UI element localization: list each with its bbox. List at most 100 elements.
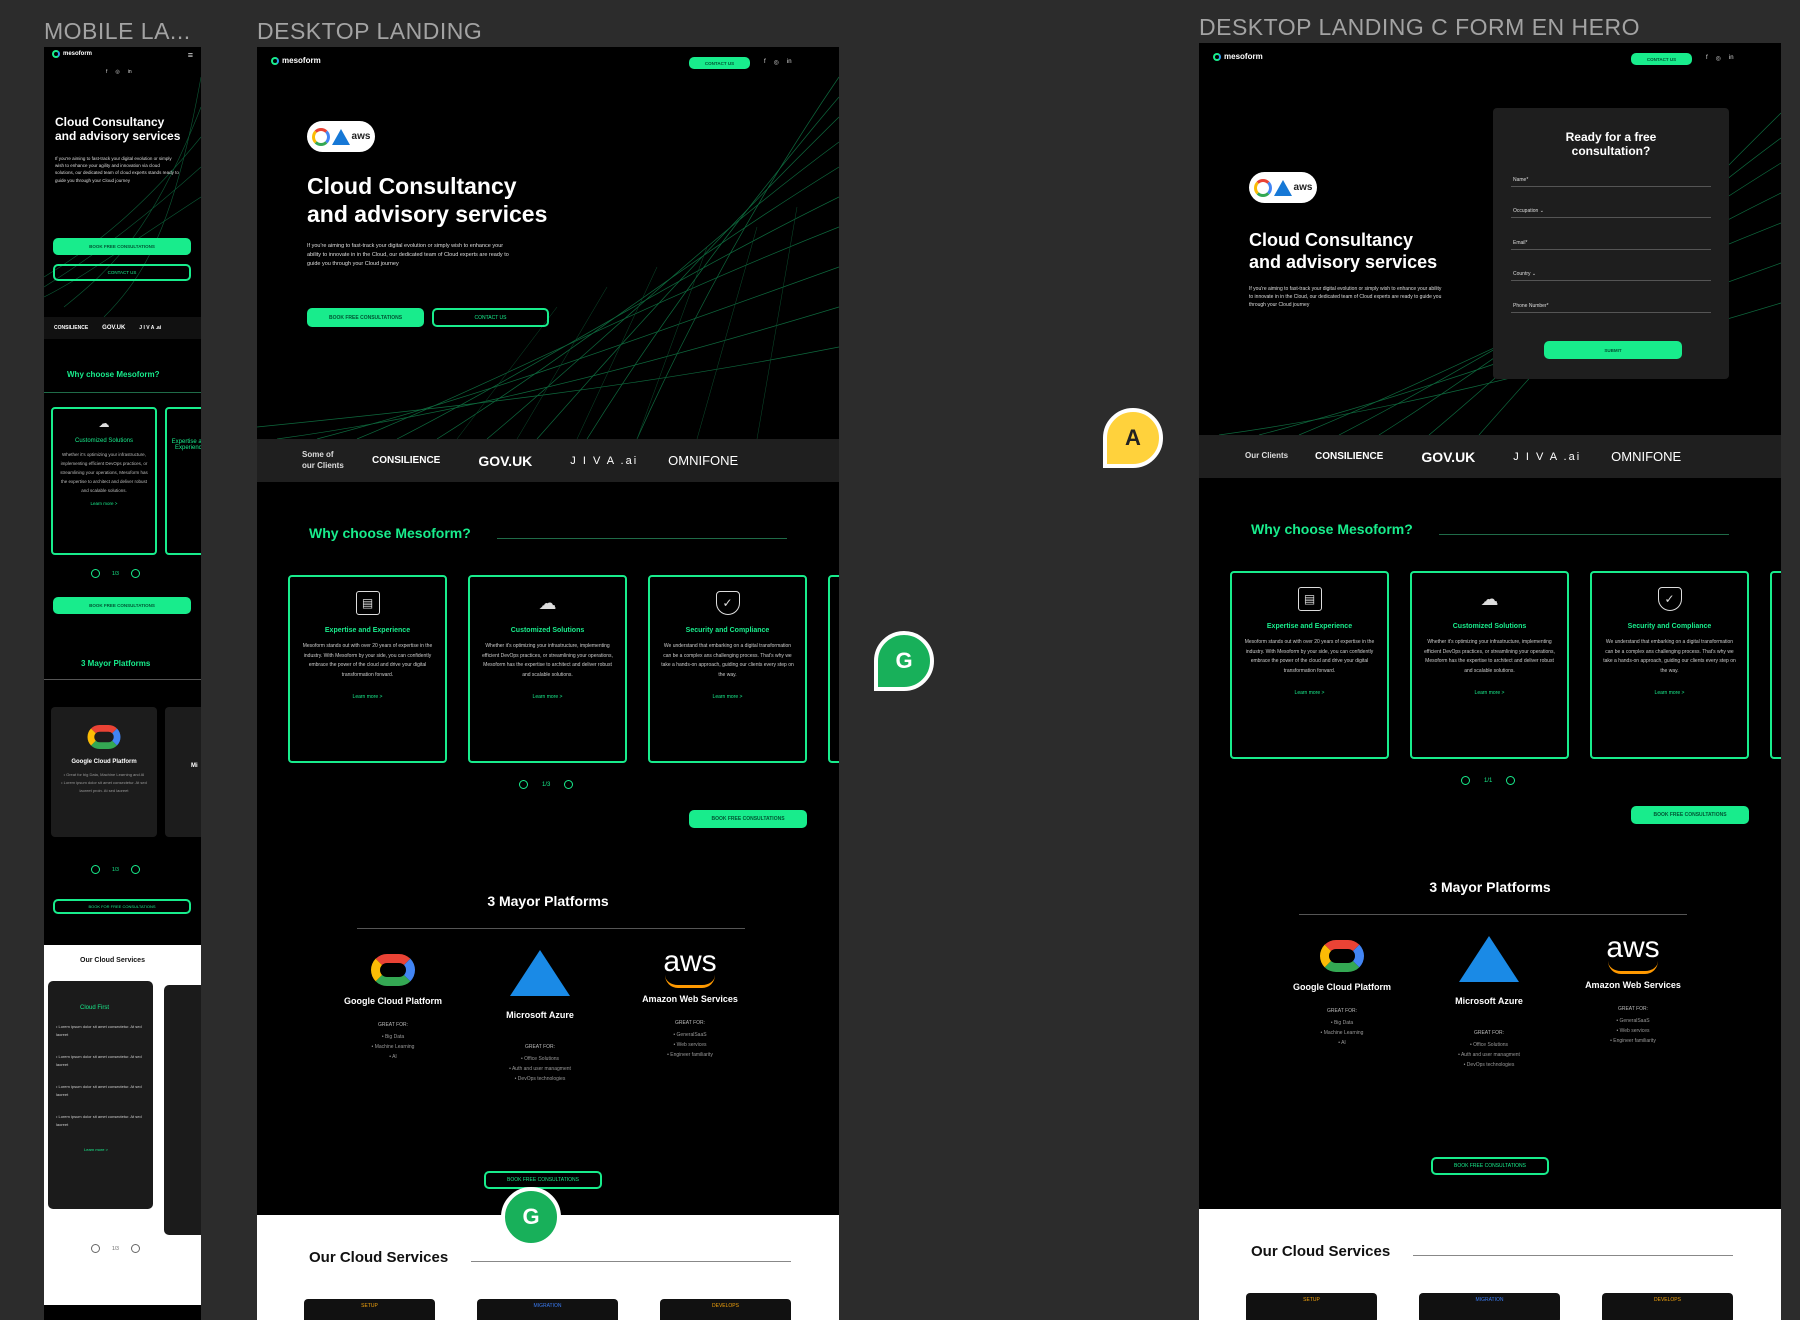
- prev-arrow-icon[interactable]: [1461, 776, 1470, 785]
- collaborator-avatar-g[interactable]: G: [874, 631, 934, 691]
- hamburger-menu-icon[interactable]: ≡: [188, 50, 193, 60]
- learn-more-link[interactable]: Learn more >: [290, 694, 445, 700]
- feature-card-custom[interactable]: ☁ Customized Solutions Whether it's opti…: [468, 575, 627, 763]
- linkedin-icon[interactable]: in: [1729, 55, 1734, 62]
- feature-card-peek[interactable]: Expertise and Experience: [165, 407, 201, 555]
- services-section-title: Our Cloud Services: [1251, 1243, 1391, 1260]
- instagram-icon[interactable]: ◎: [774, 59, 779, 66]
- feature-card-security[interactable]: ✓ Security and Compliance We understand …: [648, 575, 807, 763]
- service-card-migration[interactable]: MIGRATION: [1419, 1293, 1560, 1320]
- brand-logo[interactable]: mesoform: [52, 50, 92, 58]
- prev-arrow-icon[interactable]: [91, 1244, 100, 1253]
- social-links: f ◎ in: [1706, 55, 1734, 62]
- book-consultation-button[interactable]: BOOK FREE CONSULTATIONS: [307, 308, 424, 327]
- collaborator-avatar-g-cursor[interactable]: G: [501, 1187, 561, 1247]
- brand-logo[interactable]: mesoform: [1213, 52, 1263, 61]
- platform-card[interactable]: Google Cloud Platform • Great for big Da…: [51, 707, 157, 837]
- learn-more-link[interactable]: Learn more >: [53, 501, 155, 506]
- book-consultation-button[interactable]: BOOK FREE CONSULTATIONS: [53, 238, 191, 255]
- brand-logo[interactable]: mesoform: [271, 56, 321, 65]
- services-section-title: Our Cloud Services: [309, 1249, 449, 1266]
- feature-card-desc: Whether it's optimizing your infrastruct…: [60, 452, 148, 493]
- book-consultation-button[interactable]: BOOK FREE CONSULTATIONS: [1431, 1157, 1549, 1175]
- prev-arrow-icon[interactable]: [91, 865, 100, 874]
- next-arrow-icon[interactable]: [130, 1244, 140, 1253]
- feature-card-title: Expertise and Experience: [171, 439, 201, 451]
- feature-card-custom[interactable]: ☁ Customized Solutions Whether it's opti…: [1410, 571, 1569, 759]
- contact-us-button[interactable]: CONTACT US: [432, 308, 549, 327]
- next-arrow-icon[interactable]: [564, 780, 574, 789]
- service-tag: SETUP: [1303, 1297, 1320, 1303]
- service-card-migration[interactable]: MIGRATION: [477, 1299, 618, 1320]
- learn-more-link[interactable]: Learn more >: [470, 694, 625, 700]
- carousel-pager: 1/3: [519, 780, 574, 789]
- next-arrow-icon[interactable]: [1506, 776, 1516, 785]
- occupation-select[interactable]: Occupation ⌄: [1513, 208, 1544, 214]
- feature-card-title: Security and Compliance: [1627, 623, 1712, 630]
- phone-field[interactable]: Phone Number*: [1513, 303, 1549, 309]
- service-card-develops[interactable]: DEVELOPS: [660, 1299, 791, 1320]
- learn-more-link[interactable]: Learn more >: [650, 694, 805, 700]
- country-select[interactable]: Country ⌄: [1513, 271, 1536, 277]
- service-card-peek[interactable]: [164, 985, 201, 1235]
- facebook-icon[interactable]: f: [1706, 55, 1708, 62]
- next-arrow-icon[interactable]: [130, 865, 140, 874]
- azure-icon: [1273, 179, 1292, 196]
- feature-card-peek[interactable]: [1770, 571, 1781, 759]
- feature-card-security[interactable]: ✓ Security and Compliance We understand …: [1590, 571, 1749, 759]
- next-arrow-icon[interactable]: [130, 569, 140, 578]
- nav-contact-button[interactable]: CONTACT US: [1631, 53, 1692, 65]
- prev-arrow-icon[interactable]: [519, 780, 528, 789]
- learn-more-link[interactable]: Learn more >: [84, 1147, 153, 1152]
- feature-card-title: Security and Compliance: [685, 627, 770, 634]
- learn-more-link[interactable]: Learn more >: [1232, 690, 1387, 696]
- prev-arrow-icon[interactable]: [91, 569, 100, 578]
- book-consultation-button[interactable]: BOOK FREE CONSULTATIONS: [484, 1171, 602, 1189]
- platform-name: Google Cloud Platform: [1293, 982, 1391, 992]
- clients-label: Some of our Clients: [302, 450, 344, 470]
- email-field-line: [1511, 249, 1711, 250]
- service-card-setup[interactable]: SETUP: [304, 1299, 435, 1320]
- feature-card-expertise[interactable]: ▤ Expertise and Experience Mesoform stan…: [288, 575, 447, 763]
- learn-more-link[interactable]: Learn more >: [1592, 690, 1747, 696]
- google-cloud-icon: [83, 722, 125, 752]
- email-field[interactable]: Email*: [1513, 240, 1527, 246]
- linkedin-icon[interactable]: in: [787, 59, 792, 66]
- linkedin-icon[interactable]: in: [128, 69, 132, 75]
- book-consultation-button[interactable]: BOOK FREE CONSULTATIONS: [1631, 806, 1749, 824]
- section-divider: [44, 392, 201, 393]
- desktop-form-frame: mesoform CONTACT US f ◎ in aws Cloud Con…: [1199, 43, 1781, 1320]
- feature-card-expertise[interactable]: ▤ Expertise and Experience Mesoform stan…: [1230, 571, 1389, 759]
- partner-badges: aws: [307, 121, 375, 152]
- name-field[interactable]: Name*: [1513, 177, 1528, 183]
- facebook-icon[interactable]: f: [764, 59, 766, 66]
- book-consultation-button[interactable]: BOOK FOR FREE CONSULTATIONS: [53, 899, 191, 914]
- learn-more-link[interactable]: Learn more >: [1412, 690, 1567, 696]
- cloud-icon: ☁: [98, 418, 110, 430]
- facebook-icon[interactable]: f: [106, 69, 107, 75]
- platform-uses: GeneralSaaSWeb servicesEngineer familiar…: [1583, 1016, 1683, 1046]
- submit-button[interactable]: SUBMIT: [1544, 341, 1682, 359]
- service-card-title: Cloud First: [80, 1005, 110, 1011]
- nav-contact-button[interactable]: CONTACT US: [689, 57, 750, 69]
- book-consultation-button[interactable]: BOOK FREE CONSULTATIONS: [689, 810, 807, 828]
- services-section-title: Our Cloud Services: [80, 957, 145, 964]
- platform-uses: Big DataMachine LearningAI: [343, 1032, 443, 1062]
- contact-us-button[interactable]: CONTACT US: [53, 264, 191, 281]
- book-consultation-button[interactable]: BOOK FREE CONSULTATIONS: [53, 597, 191, 614]
- collaborator-avatar-a[interactable]: A: [1103, 408, 1163, 468]
- service-card-develops[interactable]: DEVELOPS: [1602, 1293, 1733, 1320]
- phone-field-line: [1511, 312, 1711, 313]
- instagram-icon[interactable]: ◎: [1716, 55, 1721, 62]
- service-card-setup[interactable]: SETUP: [1246, 1293, 1377, 1320]
- feature-card-peek[interactable]: [828, 575, 839, 763]
- feature-card[interactable]: ☁ Customized Solutions Whether it's opti…: [51, 407, 157, 555]
- platform-card-peek[interactable]: Mi: [165, 707, 201, 837]
- instagram-icon[interactable]: ◎: [115, 69, 119, 75]
- service-tag: SETUP: [361, 1303, 378, 1309]
- service-card[interactable]: Cloud First • Lorem ipsum dolor sit amet…: [48, 981, 153, 1209]
- carousel-pager: 1/3: [91, 569, 140, 578]
- aws-icon: aws: [1293, 182, 1313, 193]
- occupation-field-line: [1511, 217, 1711, 218]
- section-divider: [44, 679, 201, 680]
